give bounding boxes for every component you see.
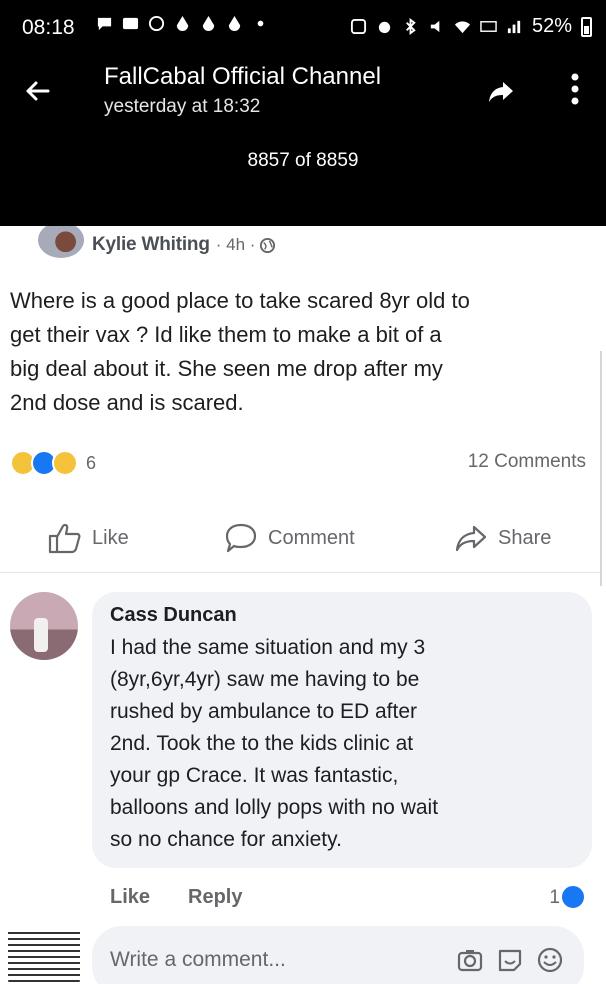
network-icon [148, 15, 165, 32]
mute-icon [428, 18, 445, 35]
back-arrow-icon[interactable] [22, 76, 52, 106]
composer-tools [456, 946, 564, 974]
drop-icon [226, 15, 243, 32]
avatar [8, 928, 80, 984]
bluetooth-icon [402, 18, 419, 35]
app-icon [122, 15, 139, 32]
like-label: Like [92, 526, 129, 549]
status-time: 08:18 [22, 16, 75, 39]
scrollbar [600, 351, 602, 586]
signal-icon [506, 18, 523, 35]
divider [0, 572, 600, 573]
like-thumb-icon [48, 523, 81, 554]
dot-icon [252, 15, 269, 32]
comment-line: so no chance for anxiety. [110, 828, 342, 851]
comment-line: balloons and lolly pops with no wait [110, 796, 439, 819]
emoji-icon[interactable] [536, 946, 564, 974]
globe-icon [260, 237, 276, 253]
post-body: Where is a good place to take scared 8yr… [10, 284, 590, 420]
comment-reply-button[interactable]: Reply [188, 886, 242, 909]
comment-like-button[interactable]: Like [110, 886, 150, 909]
battery-percent: 52% [531, 15, 572, 37]
comment-input-placeholder[interactable]: Write a comment... [110, 948, 286, 972]
post-date: yesterday at 18:32 [104, 96, 261, 117]
drop-icon [200, 15, 217, 32]
alarm-icon [376, 18, 393, 35]
forward-share-icon[interactable] [486, 76, 516, 106]
comment-line: your gp Crace. It was fantastic, [110, 764, 399, 787]
camera-icon[interactable] [456, 946, 484, 974]
post-line: 2nd dose and is scared. [10, 390, 244, 415]
comment-line: 2nd. Took the to the kids clinic at [110, 732, 414, 755]
comments-count[interactable]: 12 Comments [468, 451, 586, 473]
comment-reaction-count: 1 [549, 887, 560, 908]
system-icons: 52% [350, 15, 592, 38]
notification-icons [96, 15, 269, 32]
chat-icon [96, 15, 113, 32]
share-label: Share [498, 526, 552, 549]
post-author[interactable]: Kylie Whiting [92, 234, 210, 256]
comment-author[interactable]: Cass Duncan [110, 604, 237, 627]
share-arrow-icon [455, 525, 487, 552]
share-button[interactable]: Share [454, 522, 551, 554]
viewer-toolbar: FallCabal Official Channel yesterday at … [0, 58, 606, 138]
avatar[interactable] [38, 226, 84, 258]
post-line: Where is a good place to take scared 8yr… [10, 288, 470, 313]
comment-line: (8yr,6yr,4yr) saw me having to be [110, 668, 420, 691]
volte-icon [480, 18, 497, 35]
reaction-count: 6 [86, 452, 97, 473]
post-header: Kylie Whiting · 4h · [38, 226, 276, 264]
comment-button[interactable]: Comment [224, 522, 355, 554]
like-button[interactable]: Like [48, 522, 129, 554]
image-counter: 8857 of 8859 [247, 150, 359, 171]
wifi-icon [454, 18, 471, 35]
lock-icon [350, 18, 367, 35]
comment-bubble: Cass Duncan I had the same situation and… [92, 592, 592, 868]
more-vert-icon[interactable] [570, 72, 580, 106]
avatar[interactable] [10, 592, 78, 660]
post-screenshot: Kylie Whiting · 4h · Where is a good pla… [0, 226, 606, 984]
comment-line: I had the same situation and my 3 [110, 636, 426, 659]
comment-label: Comment [268, 526, 355, 549]
comment-body: I had the same situation and my 3 (8yr,6… [110, 632, 438, 856]
channel-title: FallCabal Official Channel [104, 63, 382, 90]
post-meta: · 4h · [215, 235, 256, 254]
post-line: big deal about it. She seen me drop afte… [10, 356, 443, 381]
like-reaction-icon[interactable] [560, 884, 586, 910]
reaction-summary[interactable]: 6 [10, 450, 96, 476]
sticker-icon[interactable] [496, 946, 524, 974]
comment-bubble-icon [225, 523, 257, 553]
post-line: get their vax ? Id like them to make a b… [10, 322, 442, 347]
status-bar: 08:18 52% [0, 0, 606, 58]
wow-reaction-icon [52, 450, 78, 476]
post-actions: Like Comment Share [0, 522, 600, 562]
drop-icon [174, 15, 191, 32]
comment-composer[interactable]: Write a comment... [92, 926, 584, 984]
comment-line: rushed by ambulance to ED after [110, 700, 418, 723]
battery-icon [581, 16, 592, 37]
